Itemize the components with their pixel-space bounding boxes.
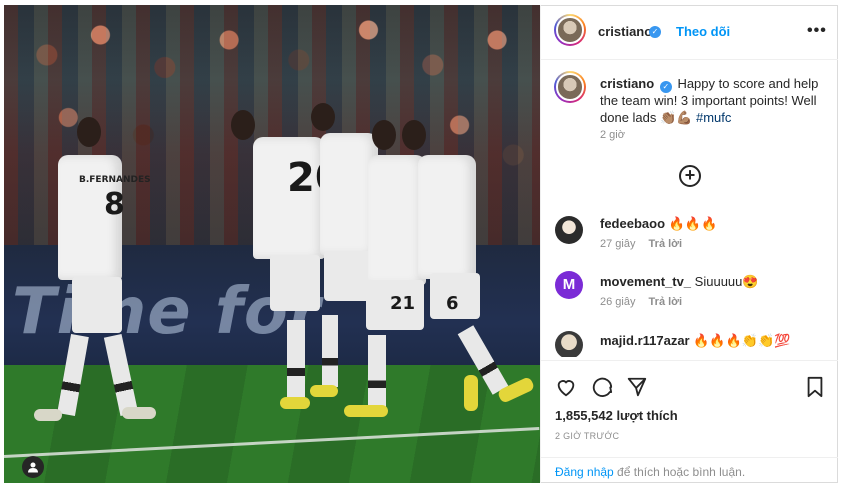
comment-text: majid.r117azar 🔥🔥🔥👏👏💯 bbox=[600, 333, 790, 349]
follow-button[interactable]: Theo dõi bbox=[676, 24, 730, 39]
reply-button[interactable]: Trả lời bbox=[649, 296, 683, 308]
bookmark-icon[interactable] bbox=[805, 376, 825, 398]
post-header: cristiano ✓ Theo dõi ••• bbox=[541, 5, 838, 60]
comment-body: 🔥🔥🔥 bbox=[668, 216, 718, 231]
player-number: 21 bbox=[390, 293, 416, 314]
comment-time: 26 giây bbox=[600, 296, 636, 308]
comment-username[interactable]: movement_tv_ bbox=[600, 274, 691, 289]
author-avatar[interactable] bbox=[554, 14, 586, 46]
caption-author-avatar[interactable] bbox=[554, 71, 586, 103]
comment-text: fedeebaoo 🔥🔥🔥 bbox=[600, 216, 717, 232]
comment-body: Siuuuuu😍 bbox=[694, 274, 759, 289]
comment-item: M movement_tv_ Siuuuuu😍 26 giây Trả lời bbox=[541, 271, 838, 315]
caption-time: 2 giờ bbox=[600, 129, 625, 141]
caption-hashtag[interactable]: #mufc bbox=[696, 110, 731, 125]
comment-username[interactable]: fedeebaoo bbox=[600, 216, 665, 231]
share-icon[interactable] bbox=[626, 376, 648, 398]
load-more-comments-icon[interactable]: + bbox=[679, 165, 701, 187]
login-prompt: Đăng nhập để thích hoặc bình luận. bbox=[541, 457, 838, 483]
photo-pitch bbox=[4, 365, 540, 483]
reply-button[interactable]: Trả lời bbox=[649, 238, 683, 250]
commenter-avatar[interactable] bbox=[555, 331, 583, 357]
post-sidebar: cristiano ✓ Theo dõi ••• cristiano ✓ Hap… bbox=[540, 5, 838, 483]
post-caption: cristiano ✓ Happy to score and help the … bbox=[600, 75, 820, 126]
player-number: 8 bbox=[104, 187, 125, 222]
comment-meta: 27 giây Trả lời bbox=[600, 238, 682, 250]
player-name-label: B.FERNANDES bbox=[79, 175, 151, 185]
comment-text: movement_tv_ Siuuuuu😍 bbox=[600, 274, 759, 290]
tagged-user-icon[interactable] bbox=[22, 456, 44, 478]
more-options-icon[interactable]: ••• bbox=[807, 22, 827, 40]
comment-item: majid.r117azar 🔥🔥🔥👏👏💯 bbox=[541, 329, 838, 357]
comment-time: 27 giây bbox=[600, 238, 636, 250]
post-time-ago: 2 GIỜ TRƯỚC bbox=[555, 431, 620, 441]
login-link[interactable]: Đăng nhập bbox=[555, 465, 614, 479]
comment-meta: 26 giây Trả lời bbox=[600, 296, 682, 308]
comment-icon[interactable] bbox=[591, 376, 613, 398]
caption-verified-icon: ✓ bbox=[659, 81, 672, 93]
likes-count[interactable]: 1,855,542 lượt thích bbox=[555, 408, 678, 423]
player-number: 6 bbox=[446, 293, 459, 314]
verified-badge-icon: ✓ bbox=[649, 26, 661, 38]
comment-body: 🔥🔥🔥👏👏💯 bbox=[693, 333, 791, 348]
comment-username[interactable]: majid.r117azar bbox=[600, 333, 690, 348]
caption-author[interactable]: cristiano bbox=[600, 76, 654, 91]
login-prompt-text: để thích hoặc bình luận. bbox=[613, 465, 746, 479]
comment-item: fedeebaoo 🔥🔥🔥 27 giây Trả lời bbox=[541, 213, 838, 257]
author-username[interactable]: cristiano bbox=[598, 24, 652, 39]
post-photo[interactable]: Time for B.FERNANDES 8 20 7 21 bbox=[4, 5, 540, 483]
commenter-avatar[interactable]: M bbox=[555, 271, 583, 299]
heart-icon[interactable] bbox=[555, 376, 577, 398]
commenter-avatar[interactable] bbox=[555, 216, 583, 244]
